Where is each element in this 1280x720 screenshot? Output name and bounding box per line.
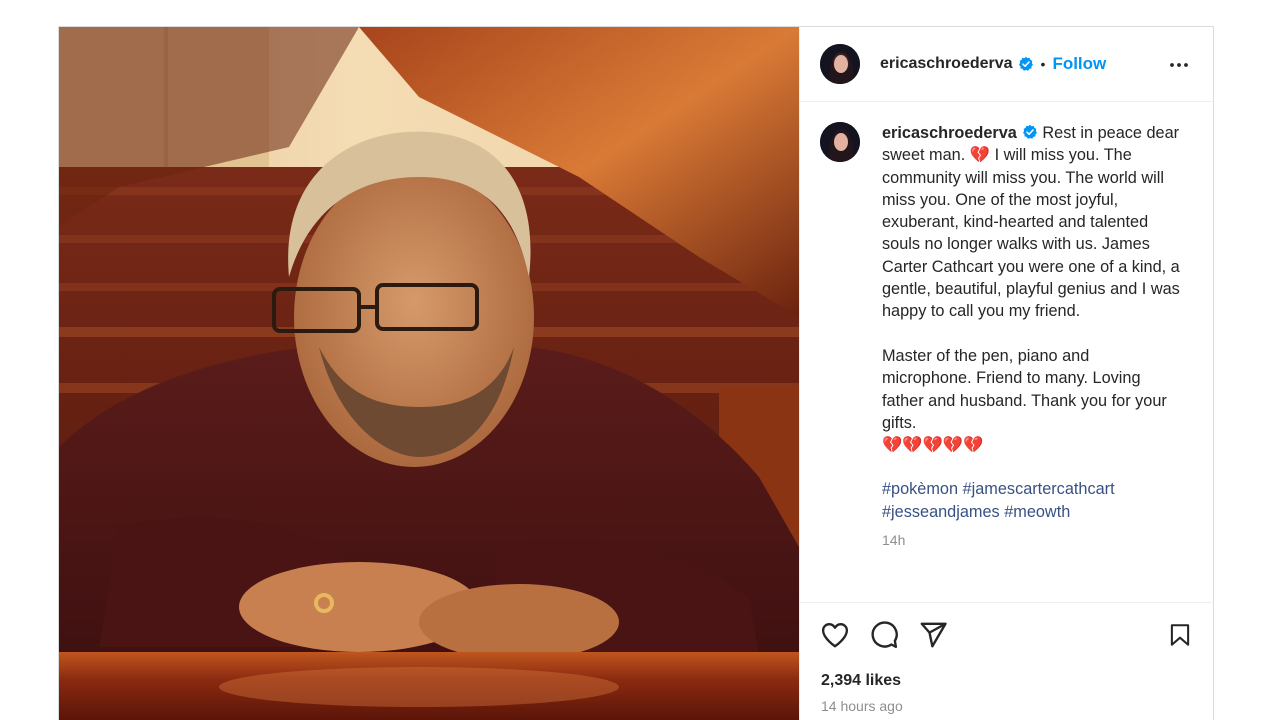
caption-hashtags: #pokèmon #jamescartercathcart #jesseandj… <box>882 478 1182 523</box>
like-heart-icon[interactable] <box>820 620 850 650</box>
author-username[interactable]: ericaschroederva <box>880 55 1013 73</box>
avatar-image <box>820 44 860 84</box>
post-header: ericaschroederva • Follow <box>800 27 1213 102</box>
avatar-image <box>820 122 860 162</box>
verified-badge-icon <box>1022 124 1037 139</box>
likes-count[interactable]: 2,394 likes <box>821 672 901 690</box>
follow-button[interactable]: Follow <box>1052 54 1106 74</box>
post-time-ago[interactable]: 14 hours ago <box>821 698 903 714</box>
comment-icon[interactable] <box>869 620 899 650</box>
caption-timestamp[interactable]: 14h <box>882 529 1182 551</box>
hashtag-link[interactable]: #jamescartercathcart <box>963 480 1115 498</box>
hashtag-link[interactable]: #meowth <box>1004 503 1070 521</box>
author-avatar[interactable] <box>820 44 860 84</box>
post-photo-image <box>59 27 799 720</box>
caption-body: ericaschroederva Rest in peace dear swee… <box>882 122 1182 551</box>
hashtag-link[interactable]: #jesseandjames <box>882 503 1000 521</box>
hashtag-link[interactable]: #pokèmon <box>882 480 958 498</box>
save-bookmark-icon[interactable] <box>1167 620 1193 650</box>
action-bar <box>820 620 1192 650</box>
post-actions-section: 2,394 likes 14 hours ago <box>800 602 1214 720</box>
post-photo[interactable] <box>59 27 799 720</box>
caption-avatar[interactable] <box>820 122 860 162</box>
post-caption: ericaschroederva Rest in peace dear swee… <box>820 122 1200 551</box>
instagram-post: ericaschroederva • Follow ericaschroeder… <box>58 26 1214 720</box>
post-side-pane: ericaschroederva • Follow ericaschroeder… <box>799 27 1214 720</box>
share-icon[interactable] <box>918 620 948 650</box>
caption-text: Rest in peace dear sweet man. 💔 I will m… <box>882 124 1180 455</box>
more-options-icon[interactable] <box>1167 53 1191 77</box>
header-separator: • <box>1040 56 1046 72</box>
caption-username[interactable]: ericaschroederva <box>882 124 1017 142</box>
verified-badge-icon <box>1018 56 1033 71</box>
